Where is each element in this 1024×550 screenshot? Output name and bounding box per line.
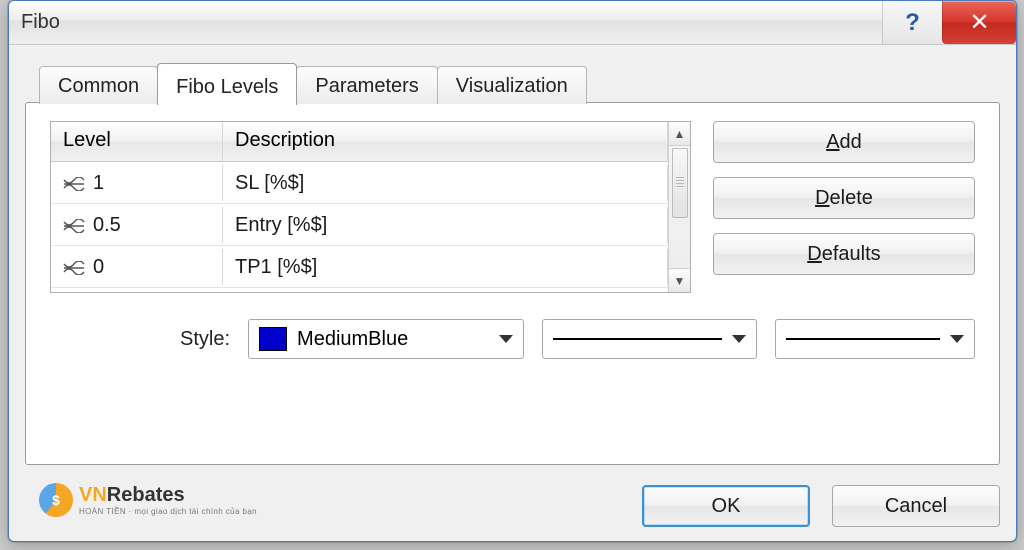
tab-label: Parameters — [315, 75, 418, 97]
style-label: Style: — [180, 328, 230, 351]
ok-button[interactable]: OK — [642, 485, 810, 527]
close-button[interactable]: ✕ — [942, 1, 1016, 44]
table-row[interactable]: 1 SL [%$] — [51, 162, 668, 204]
color-name: MediumBlue — [297, 328, 408, 351]
scroll-thumb[interactable] — [672, 148, 688, 218]
cell-description: TP1 [%$] — [223, 249, 668, 285]
level-line-icon — [63, 219, 85, 233]
side-buttons: Add Delete Defaults — [713, 121, 975, 293]
column-header-level[interactable]: Level — [51, 122, 223, 161]
logo-icon: $ — [39, 483, 73, 517]
levels-table-inner: Level Description 1 SL [%$] — [51, 122, 668, 292]
help-icon: ? — [905, 9, 920, 37]
window-title: Fibo — [21, 11, 882, 34]
cell-level: 1 — [51, 165, 223, 201]
defaults-button[interactable]: Defaults — [713, 233, 975, 275]
button-label: Defaults — [807, 243, 880, 266]
level-line-icon — [63, 261, 85, 275]
levels-table[interactable]: Level Description 1 SL [%$] — [50, 121, 691, 293]
chevron-down-icon — [950, 335, 964, 343]
line-width-select[interactable] — [775, 319, 975, 359]
tab-common[interactable]: Common — [39, 66, 158, 104]
style-row: Style: MediumBlue — [50, 319, 975, 359]
caption-buttons: ? ✕ — [882, 1, 1016, 44]
table-row[interactable]: 0 TP1 [%$] — [51, 246, 668, 288]
dialog-window: Fibo ? ✕ Common Fibo Levels Parameters V… — [8, 0, 1017, 542]
level-line-icon — [63, 177, 85, 191]
button-label: Add — [826, 131, 862, 154]
logo-text: VNRebates HOÀN TIỀN · mọi giao dịch tài … — [79, 484, 257, 516]
line-style-select[interactable] — [542, 319, 758, 359]
cell-description: Entry [%$] — [223, 207, 668, 243]
cancel-button[interactable]: Cancel — [832, 485, 1000, 527]
tab-parameters[interactable]: Parameters — [296, 66, 437, 104]
scroll-up-arrow-icon[interactable]: ▲ — [669, 122, 690, 146]
watermark-logo: $ VNRebates HOÀN TIỀN · mọi giao dịch tà… — [39, 483, 257, 517]
button-label: Cancel — [885, 495, 947, 518]
cell-description: SL [%$] — [223, 165, 668, 201]
line-width-preview — [786, 338, 940, 340]
column-header-description[interactable]: Description — [223, 122, 668, 161]
chevron-down-icon — [499, 335, 513, 343]
add-button[interactable]: Add — [713, 121, 975, 163]
tab-visualization[interactable]: Visualization — [437, 66, 587, 104]
levels-table-header: Level Description — [51, 122, 668, 162]
help-button[interactable]: ? — [882, 1, 942, 44]
cell-level-value: 0 — [93, 256, 104, 278]
button-label: OK — [712, 495, 741, 518]
chevron-down-icon — [732, 335, 746, 343]
dialog-body: Common Fibo Levels Parameters Visualizat… — [25, 59, 1000, 527]
button-label: Delete — [815, 187, 873, 210]
table-row[interactable]: 0.5 Entry [%$] — [51, 204, 668, 246]
line-style-preview — [553, 338, 723, 340]
titlebar: Fibo ? ✕ — [9, 1, 1016, 45]
close-icon: ✕ — [969, 8, 989, 37]
tab-label: Common — [58, 75, 139, 97]
dialog-footer: OK Cancel — [642, 485, 1000, 527]
tab-fibo-levels[interactable]: Fibo Levels — [157, 63, 297, 105]
color-swatch — [259, 327, 287, 351]
delete-button[interactable]: Delete — [713, 177, 975, 219]
levels-row: Level Description 1 SL [%$] — [50, 121, 975, 293]
cell-level-value: 1 — [93, 172, 104, 194]
vertical-scrollbar[interactable]: ▲ ▼ — [668, 122, 690, 292]
cell-level: 0 — [51, 249, 223, 285]
line-color-select[interactable]: MediumBlue — [248, 319, 524, 359]
tab-label: Fibo Levels — [176, 76, 278, 98]
tab-label: Visualization — [456, 75, 568, 97]
tabstrip: Common Fibo Levels Parameters Visualizat… — [25, 59, 1000, 103]
tab-panel: Level Description 1 SL [%$] — [25, 102, 1000, 465]
cell-level: 0.5 — [51, 207, 223, 243]
scroll-down-arrow-icon[interactable]: ▼ — [669, 268, 690, 292]
cell-level-value: 0.5 — [93, 214, 121, 236]
